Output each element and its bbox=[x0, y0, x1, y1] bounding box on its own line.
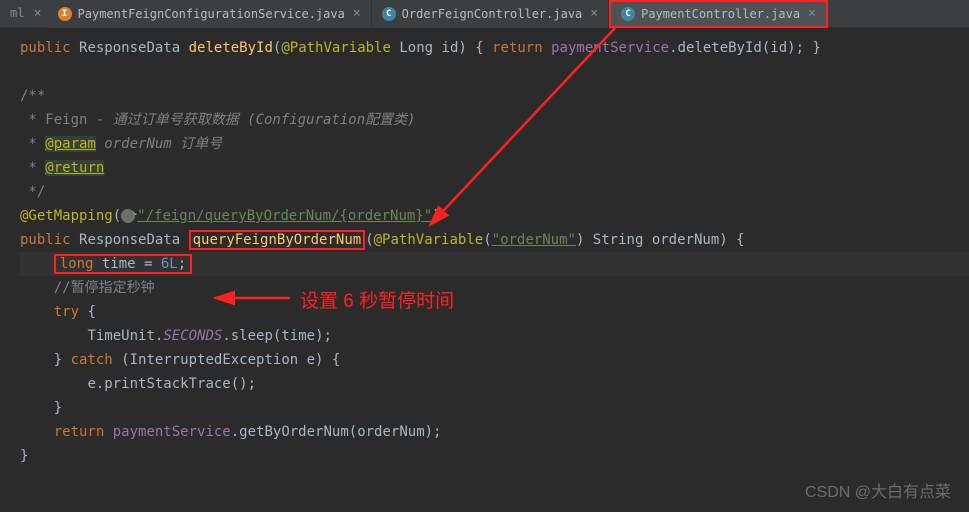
code-line: try { bbox=[20, 300, 969, 324]
code-line: TimeUnit.SECONDS.sleep(time); bbox=[20, 324, 969, 348]
java-class-icon: C bbox=[382, 7, 396, 21]
code-line: } bbox=[20, 444, 969, 468]
code-line: return paymentService.getByOrderNum(orde… bbox=[20, 420, 969, 444]
tab-ml[interactable]: ml × bbox=[4, 6, 48, 21]
code-line: } catch (InterruptedException e) { bbox=[20, 348, 969, 372]
watermark: CSDN @大白有点菜 bbox=[805, 478, 951, 502]
globe-icon[interactable] bbox=[121, 209, 135, 223]
tab-bar: ml × I PaymentFeignConfigurationService.… bbox=[0, 0, 969, 28]
close-icon[interactable]: × bbox=[353, 6, 361, 21]
tab-label: PaymentController.java bbox=[641, 7, 800, 21]
java-class-icon: C bbox=[621, 7, 635, 21]
code-line: /** bbox=[20, 84, 969, 108]
code-line: * @param orderNum 订单号 bbox=[20, 132, 969, 156]
code-line: * Feign - 通过订单号获取数据 (Configuration配置类) bbox=[20, 108, 969, 132]
highlighted-time: long time = 6L; bbox=[54, 254, 192, 274]
tab-payment-controller[interactable]: C PaymentController.java × bbox=[609, 0, 828, 28]
tab-label: PaymentFeignConfigurationService.java bbox=[78, 7, 345, 21]
code-line: long time = 6L; bbox=[20, 252, 969, 276]
code-editor[interactable]: public ResponseData deleteById(@PathVari… bbox=[0, 28, 969, 468]
code-line: } bbox=[20, 396, 969, 420]
tab-label: OrderFeignController.java bbox=[402, 7, 583, 21]
tab-order-feign-controller[interactable]: C OrderFeignController.java × bbox=[372, 0, 609, 28]
annotation-label: 设置 6 秒暂停时间 bbox=[300, 286, 454, 313]
code-line: public ResponseData deleteById(@PathVari… bbox=[20, 36, 969, 60]
code-line: public ResponseData queryFeignByOrderNum… bbox=[20, 228, 969, 252]
close-icon[interactable]: × bbox=[34, 6, 42, 21]
tab-payment-feign-config[interactable]: I PaymentFeignConfigurationService.java … bbox=[48, 0, 372, 28]
close-icon[interactable]: × bbox=[590, 6, 598, 21]
code-line: //暂停指定秒钟 bbox=[20, 276, 969, 300]
code-line: */ bbox=[20, 180, 969, 204]
highlighted-method: queryFeignByOrderNum bbox=[189, 230, 366, 250]
code-line: @GetMapping("/feign/queryByOrderNum/{ord… bbox=[20, 204, 969, 228]
code-line: * @return bbox=[20, 156, 969, 180]
java-interface-icon: I bbox=[58, 7, 72, 21]
close-icon[interactable]: × bbox=[808, 6, 816, 21]
code-line: e.printStackTrace(); bbox=[20, 372, 969, 396]
